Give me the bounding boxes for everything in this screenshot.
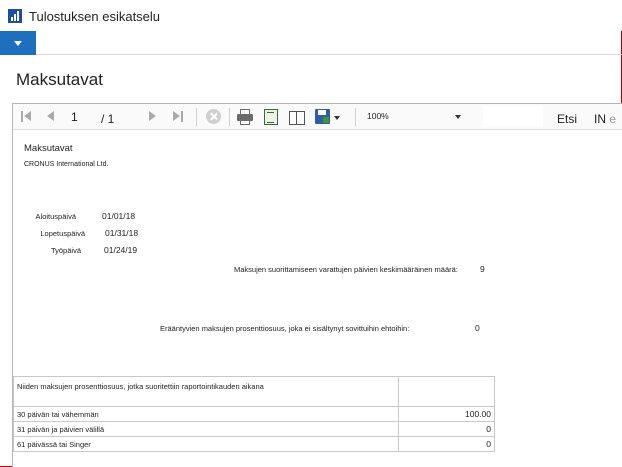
toolbar-divider — [229, 108, 230, 126]
find-next-button[interactable]: IN e — [594, 112, 616, 126]
start-date-label: Aloituspäivä — [35, 212, 76, 221]
title-bar: Tulostuksen esikatselu — [0, 0, 622, 31]
export-dropdown-icon[interactable] — [334, 109, 342, 125]
first-page-icon[interactable] — [21, 109, 33, 125]
page-title: Maksutavat — [16, 70, 103, 89]
page-total: / 1 — [101, 112, 115, 126]
print-preview-window: Tulostuksen esikatselu Maksutavat / 1 — [0, 0, 622, 467]
work-date-value: 01/24/19 — [104, 245, 138, 255]
avg-days-value: 9 — [480, 264, 485, 274]
window-title: Tulostuksen esikatselu — [29, 9, 161, 24]
stop-rendering-icon[interactable] — [206, 109, 221, 124]
table-header-row: Niiden maksujen prosenttiosuus, jotka su… — [13, 376, 495, 407]
row-label: 31 päivän ja päivien välillä — [13, 421, 399, 437]
work-date-label: Työpäivä — [50, 246, 81, 255]
row-value: 0 — [398, 436, 495, 452]
table-header-blank — [398, 376, 495, 407]
actions-dropdown-button[interactable] — [0, 31, 36, 55]
find-next-label-faded: e — [609, 112, 617, 126]
table-header: Niiden maksujen prosenttiosuus, jotka su… — [13, 376, 399, 407]
current-page-input[interactable] — [67, 107, 95, 127]
find-text-input[interactable] — [483, 106, 543, 127]
page-setup-icon[interactable] — [289, 109, 305, 125]
start-date-value: 01/01/18 — [102, 211, 136, 221]
last-page-icon[interactable] — [173, 109, 185, 125]
avg-days-label: Maksujen suorittamiseen varattujen päivi… — [234, 265, 458, 274]
table-row: 31 päivän ja päivien välillä 0 — [13, 421, 495, 437]
row-label: 30 päivän tai vähemmän — [13, 406, 399, 422]
zoom-value: 100% — [367, 111, 389, 121]
table-row: 61 päivässä tai Singer 0 — [13, 436, 495, 452]
payment-percentage-table: Niiden maksujen prosenttiosuus, jotka su… — [13, 376, 495, 452]
find-button[interactable]: Etsi — [557, 112, 577, 126]
row-value: 0 — [398, 421, 495, 437]
toolbar-divider — [355, 108, 356, 126]
export-save-icon[interactable] — [315, 109, 330, 124]
report-page: Maksutavat CRONUS International Ltd. Alo… — [13, 130, 622, 467]
company-name: CRONUS International Ltd. — [24, 161, 109, 168]
toolbar-divider — [196, 108, 197, 126]
previous-page-icon[interactable] — [46, 109, 56, 125]
overdue-value: 0 — [475, 323, 480, 333]
find-next-label: IN — [594, 112, 606, 126]
chevron-down-icon — [455, 115, 461, 119]
print-layout-icon[interactable] — [264, 109, 278, 125]
report-app-icon — [8, 9, 22, 23]
chevron-down-icon — [14, 41, 22, 46]
row-label: 61 päivässä tai Singer — [13, 436, 399, 452]
overdue-label: Erääntyvien maksujen prosenttiosuus, jok… — [160, 324, 410, 333]
print-icon[interactable] — [237, 109, 253, 125]
action-bar — [0, 31, 622, 55]
next-page-icon[interactable] — [148, 109, 158, 125]
report-title: Maksutavat — [24, 143, 73, 154]
end-date-label: Lopetuspäivä — [40, 229, 85, 238]
report-viewer: / 1 100% Etsi IN e Maksutavat CRON — [12, 103, 622, 467]
end-date-value: 01/31/18 — [105, 228, 139, 238]
row-value: 100.00 — [398, 406, 495, 422]
zoom-select[interactable]: 100% — [363, 106, 463, 127]
report-toolbar: / 1 100% Etsi IN e — [13, 104, 622, 130]
table-row: 30 päivän tai vähemmän 100.00 — [13, 406, 495, 422]
